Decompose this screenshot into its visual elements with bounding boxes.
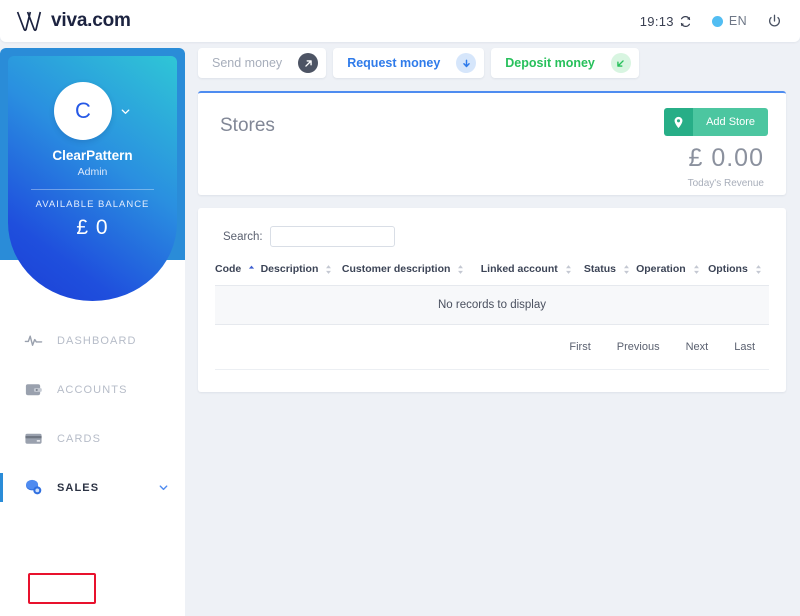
send-money-button[interactable]: Send money bbox=[198, 48, 327, 78]
column-label: Operation bbox=[636, 263, 686, 275]
main-content: Send money Request money Deposit money S… bbox=[198, 48, 786, 392]
avatar-row[interactable]: C bbox=[8, 82, 177, 140]
activity-pulse-icon bbox=[24, 335, 43, 346]
profile-shield-panel: C ClearPattern Admin AVAILABLE BALANCE £… bbox=[8, 56, 177, 301]
column-label: Customer description bbox=[341, 263, 451, 275]
profile-name: ClearPattern bbox=[52, 148, 133, 163]
sidebar-item-accounts[interactable]: ACCOUNTS bbox=[0, 365, 185, 414]
power-icon[interactable] bbox=[767, 14, 782, 29]
column-header-code[interactable]: Code bbox=[215, 263, 261, 286]
language-globe-icon bbox=[711, 15, 723, 27]
add-store-label: Add Store bbox=[693, 108, 768, 136]
divider bbox=[31, 189, 154, 190]
sidebar: C ClearPattern Admin AVAILABLE BALANCE £… bbox=[0, 48, 185, 616]
table-header-row: Code Description Customer description Li… bbox=[215, 263, 769, 286]
coins-icon bbox=[26, 479, 42, 495]
search-label: Search: bbox=[223, 230, 263, 243]
language-selector[interactable]: EN bbox=[711, 14, 747, 28]
deposit-money-label: Deposit money bbox=[505, 56, 595, 70]
location-pin-icon bbox=[664, 108, 694, 136]
pagination-last[interactable]: Last bbox=[734, 341, 755, 353]
sidebar-item-cards[interactable]: CARDS bbox=[0, 414, 185, 463]
column-label: Linked account bbox=[480, 263, 558, 275]
sidebar-item-label: CARDS bbox=[57, 432, 102, 445]
sort-icon[interactable] bbox=[457, 264, 464, 275]
chevron-down-icon[interactable] bbox=[120, 106, 131, 117]
request-money-label: Request money bbox=[347, 56, 441, 70]
sidebar-item-label: DASHBOARD bbox=[57, 334, 137, 347]
sidebar-item-dashboard[interactable]: DASHBOARD bbox=[0, 316, 185, 365]
divider bbox=[215, 369, 769, 370]
arrow-down-icon bbox=[456, 53, 477, 73]
annotation-highlight-box bbox=[28, 573, 96, 604]
todays-revenue-label: Today's Revenue bbox=[687, 178, 764, 189]
column-header-description[interactable]: Description bbox=[261, 263, 342, 286]
profile-role: Admin bbox=[77, 166, 108, 178]
search-row: Search: bbox=[215, 226, 769, 247]
pagination: First Previous Next Last bbox=[215, 325, 769, 353]
add-store-button[interactable]: Add Store bbox=[664, 108, 768, 136]
search-input[interactable] bbox=[269, 226, 395, 247]
header-right-controls: 19:13 EN bbox=[640, 14, 782, 29]
stores-summary-card: Stores Add Store £ 0.00 Today's Revenue bbox=[198, 91, 786, 195]
clock-time: 19:13 bbox=[639, 13, 674, 29]
page-title: Stores bbox=[220, 115, 275, 136]
sort-icon[interactable] bbox=[693, 264, 700, 275]
top-header-bar: viva.com 19:13 EN bbox=[0, 0, 800, 42]
sort-icon[interactable] bbox=[755, 264, 762, 275]
refresh-icon[interactable] bbox=[679, 15, 692, 28]
clock-refresh-group[interactable]: 19:13 bbox=[640, 14, 692, 29]
pagination-next[interactable]: Next bbox=[686, 341, 709, 353]
arrow-up-right-icon bbox=[298, 53, 319, 73]
todays-revenue-value: £ 0.00 bbox=[688, 144, 764, 172]
arrow-down-left-icon bbox=[610, 53, 631, 73]
column-header-linked-account[interactable]: Linked account bbox=[481, 263, 584, 286]
column-header-options[interactable]: Options bbox=[708, 263, 769, 286]
chevron-down-icon[interactable] bbox=[158, 482, 169, 493]
credit-card-icon bbox=[25, 433, 42, 444]
brand-logo[interactable]: viva.com bbox=[16, 10, 131, 32]
sidebar-nav: DASHBOARD ACCOUNTS CARDS SALES bbox=[0, 316, 185, 512]
table-empty-row: No records to display bbox=[215, 285, 769, 325]
pagination-first[interactable]: First bbox=[569, 341, 590, 353]
quick-actions-row: Send money Request money Deposit money bbox=[198, 48, 786, 78]
table-header: Code Description Customer description Li… bbox=[215, 263, 769, 286]
brand-logo-text: viva.com bbox=[51, 10, 131, 31]
avatar[interactable]: C bbox=[54, 82, 112, 140]
table-body: No records to display bbox=[215, 285, 769, 325]
column-header-customer-description[interactable]: Customer description bbox=[342, 263, 481, 286]
available-balance-label: AVAILABLE BALANCE bbox=[35, 199, 150, 210]
sidebar-item-label: ACCOUNTS bbox=[57, 383, 128, 396]
sort-icon[interactable] bbox=[623, 264, 630, 275]
sidebar-item-sales[interactable]: SALES bbox=[0, 463, 185, 512]
deposit-money-button[interactable]: Deposit money bbox=[491, 48, 639, 78]
column-header-status[interactable]: Status bbox=[584, 263, 636, 286]
stores-table-card: Search: Code Description Customer descri… bbox=[198, 208, 786, 392]
sort-icon[interactable] bbox=[565, 264, 572, 275]
column-header-operation[interactable]: Operation bbox=[636, 263, 708, 286]
column-label: Status bbox=[583, 263, 616, 275]
empty-message: No records to display bbox=[215, 285, 769, 325]
request-money-button[interactable]: Request money bbox=[333, 48, 485, 78]
send-money-label: Send money bbox=[212, 56, 283, 70]
sort-icon[interactable] bbox=[325, 264, 332, 275]
available-balance-value: £ 0 bbox=[76, 216, 109, 239]
sidebar-item-label: SALES bbox=[57, 481, 100, 494]
sort-ascending-icon[interactable] bbox=[248, 264, 255, 275]
column-label: Options bbox=[708, 263, 748, 275]
pagination-previous[interactable]: Previous bbox=[617, 341, 660, 353]
language-label: EN bbox=[728, 14, 747, 28]
stores-table: Code Description Customer description Li… bbox=[215, 263, 769, 325]
column-label: Code bbox=[215, 263, 242, 275]
wallet-icon bbox=[25, 384, 42, 396]
column-label: Description bbox=[260, 263, 319, 275]
viva-w-logo-icon bbox=[16, 11, 42, 32]
